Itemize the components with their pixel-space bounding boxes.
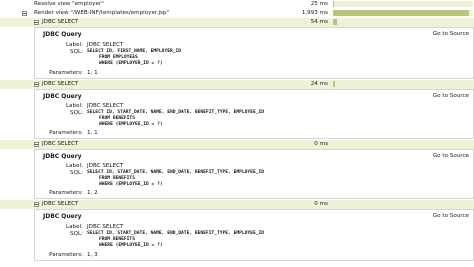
parameters-value: 1, 3 bbox=[87, 252, 98, 258]
timeline-row-jdbc-select-1: JDBC SELECT 54 ms bbox=[0, 18, 474, 27]
sql-line: SELECT ID, START_DATE, NAME, END_DATE, B… bbox=[87, 231, 265, 236]
sql-key: SQL: bbox=[70, 170, 83, 176]
label-key: Label: bbox=[66, 224, 83, 230]
timeline-row-label: JDBC SELECT bbox=[42, 141, 79, 147]
collapse-toggle-icon[interactable] bbox=[34, 82, 39, 87]
query-detail-panel: JDBC Query Go to Source Label: JDBC SELEC… bbox=[34, 149, 474, 199]
timeline-bar-fill bbox=[333, 10, 469, 16]
query-detail-title: JDBC Query bbox=[43, 153, 82, 160]
sql-line: FROM BENEFITS bbox=[99, 176, 135, 181]
timeline-bar bbox=[333, 201, 473, 207]
collapse-toggle-icon[interactable] bbox=[34, 20, 39, 25]
timeline-row-jdbc-select-4: JDBC SELECT 0 ms bbox=[0, 200, 474, 209]
sql-line: FROM EMPLOYEES bbox=[99, 55, 138, 60]
sql-key: SQL: bbox=[70, 110, 83, 116]
sql-key: SQL: bbox=[70, 49, 83, 55]
timeline-bar-fill bbox=[333, 19, 338, 25]
timeline-row-duration: 0 ms bbox=[314, 141, 328, 147]
collapse-toggle-icon[interactable] bbox=[34, 202, 39, 207]
timeline-bar-fill bbox=[333, 81, 335, 87]
parameters-value: 1, 1 bbox=[87, 130, 98, 136]
timeline-bar-fill bbox=[333, 1, 335, 7]
timeline-row-jdbc-select-3: JDBC SELECT 0 ms bbox=[0, 140, 474, 149]
parameters-value: 1, 1 bbox=[87, 70, 98, 76]
sql-line: WHERE (EMPLOYER_ID = ?) bbox=[99, 61, 163, 66]
timeline-row-label: Resolve view "employer" bbox=[34, 1, 104, 7]
timeline-bar bbox=[333, 141, 473, 147]
label-key: Label: bbox=[66, 163, 83, 169]
label-value: JDBC SELECT bbox=[87, 42, 124, 48]
label-value: JDBC SELECT bbox=[87, 224, 124, 230]
query-detail-panel: JDBC Query Go to Source Label: JDBC SELEC… bbox=[34, 89, 474, 139]
parameters-key: Parameters: bbox=[49, 130, 83, 136]
parameters-key: Parameters: bbox=[49, 252, 83, 258]
timeline-row-duration: 24 ms bbox=[310, 81, 328, 87]
sql-line: FROM BENEFITS bbox=[99, 237, 135, 242]
go-to-source-link[interactable]: Go to Source bbox=[433, 213, 469, 219]
parameters-key: Parameters: bbox=[49, 70, 83, 76]
label-key: Label: bbox=[66, 103, 83, 109]
collapse-toggle-icon[interactable] bbox=[22, 11, 27, 16]
timeline-row-resolve-view: Resolve view "employer" 25 ms bbox=[0, 0, 474, 9]
sql-key: SQL: bbox=[70, 231, 83, 237]
timeline-bar bbox=[333, 10, 473, 16]
timeline-row-label: Render view "/WEB-INF/templates/employer… bbox=[34, 10, 170, 16]
timeline-row-label: JDBC SELECT bbox=[42, 81, 79, 87]
collapse-toggle-icon[interactable] bbox=[34, 142, 39, 147]
timeline-bar bbox=[333, 1, 473, 7]
timeline-row-jdbc-select-2: JDBC SELECT 24 ms bbox=[0, 80, 474, 89]
query-detail-panel: JDBC Query Go to Source Label: JDBC SELEC… bbox=[34, 209, 474, 261]
query-detail-title: JDBC Query bbox=[43, 31, 82, 38]
parameters-value: 1, 2 bbox=[87, 190, 98, 196]
label-key: Label: bbox=[66, 42, 83, 48]
sql-line: SELECT ID, START_DATE, NAME, END_DATE, B… bbox=[87, 110, 265, 115]
query-detail-title: JDBC Query bbox=[43, 213, 82, 220]
timeline-row-duration: 54 ms bbox=[310, 19, 328, 25]
sql-line: WHERE (EMPLOYEE_ID = ?) bbox=[99, 243, 163, 248]
go-to-source-link[interactable]: Go to Source bbox=[433, 153, 469, 159]
timeline-row-label: JDBC SELECT bbox=[42, 19, 79, 25]
sql-line: WHERE (EMPLOYEE_ID = ?) bbox=[99, 182, 163, 187]
timeline-row-render-view: Render view "/WEB-INF/templates/employer… bbox=[0, 9, 474, 18]
timeline-bar bbox=[333, 81, 473, 87]
query-detail-panel: JDBC Query Go to Source Label: JDBC SELEC… bbox=[34, 27, 474, 79]
sql-line: FROM BENEFITS bbox=[99, 116, 135, 121]
sql-line: WHERE (EMPLOYEE_ID = ?) bbox=[99, 122, 163, 127]
sql-line: SELECT ID, FIRST_NAME, EMPLOYER_ID bbox=[87, 49, 182, 54]
timeline-bar bbox=[333, 19, 473, 25]
timeline-row-duration: 25 ms bbox=[310, 1, 328, 7]
go-to-source-link[interactable]: Go to Source bbox=[433, 31, 469, 37]
timeline-row-label: JDBC SELECT bbox=[42, 201, 79, 207]
timeline-row-duration: 1,993 ms bbox=[301, 10, 328, 16]
label-value: JDBC SELECT bbox=[87, 163, 124, 169]
go-to-source-link[interactable]: Go to Source bbox=[433, 93, 469, 99]
timeline-row-duration: 0 ms bbox=[314, 201, 328, 207]
sql-line: SELECT ID, START_DATE, NAME, END_DATE, B… bbox=[87, 170, 265, 175]
parameters-key: Parameters: bbox=[49, 190, 83, 196]
query-detail-title: JDBC Query bbox=[43, 93, 82, 100]
label-value: JDBC SELECT bbox=[87, 103, 124, 109]
